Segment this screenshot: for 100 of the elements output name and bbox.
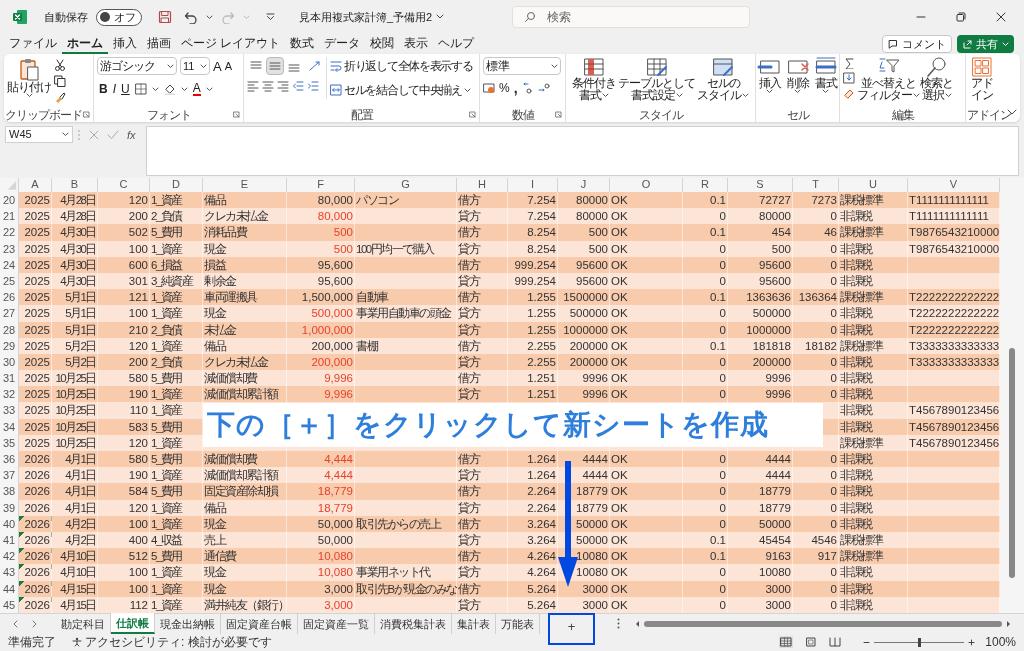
insert-function-button[interactable]: fx	[127, 127, 136, 144]
dialog-launcher-icon[interactable]	[469, 111, 476, 118]
style-button[interactable]: 条件付き 書式	[572, 57, 616, 101]
zoom-level[interactable]: 100%	[985, 633, 1016, 651]
table-cell: 現金	[203, 564, 287, 581]
name-box[interactable]: W45	[5, 126, 73, 143]
menu-tab[interactable]: 挿入	[108, 34, 142, 54]
horizontal-align-icon[interactable]	[277, 80, 289, 92]
grow-font-button[interactable]: A	[213, 59, 222, 73]
check-icon[interactable]	[107, 130, 119, 140]
accessibility-icon[interactable]	[72, 637, 82, 648]
orientation-icon[interactable]	[308, 60, 322, 72]
row-header[interactable]: 31	[0, 370, 19, 387]
cell-button[interactable]: 削除	[784, 57, 811, 94]
style-button[interactable]: セルの スタイル	[697, 57, 749, 101]
scroll-right-icon[interactable]	[1006, 619, 1012, 628]
menu-tab[interactable]: 描画	[142, 34, 176, 54]
new-sheet-button[interactable]: +	[548, 612, 595, 645]
fill-down-icon[interactable]	[843, 72, 855, 84]
menu-tab[interactable]: 校閲	[365, 34, 400, 54]
comment-button[interactable]: コメント	[882, 35, 952, 53]
zoom-slider-thumb[interactable]	[917, 637, 921, 647]
decrease-decimal-icon[interactable]	[521, 82, 534, 94]
row-header[interactable]: 20	[0, 192, 19, 209]
comma-style-button[interactable]: ,	[513, 81, 518, 95]
menu-tab[interactable]: ヘルプ	[433, 34, 480, 54]
font-style-button[interactable]: I	[112, 83, 116, 95]
row-header[interactable]: 43	[0, 564, 19, 581]
row-header[interactable]: 33	[0, 402, 19, 419]
accessibility-status[interactable]: アクセシビリティ: 検討が必要です	[85, 633, 272, 651]
vertical-scrollbar[interactable]	[1000, 178, 1024, 613]
menu-tab[interactable]: ページ レイアウト	[176, 34, 286, 54]
save-icon[interactable]	[158, 10, 172, 24]
wrap-text-button[interactable]: 折り返して全体を表示する	[330, 57, 473, 75]
dialog-launcher-icon[interactable]	[233, 111, 240, 118]
find-select-button[interactable]: 検索と 選択	[920, 57, 953, 101]
font-name-field[interactable]: 游ゴシック	[97, 57, 177, 75]
shrink-font-button[interactable]: A	[224, 60, 232, 72]
row-header[interactable]: 21	[0, 208, 19, 225]
merge-center-button[interactable]: セルを結合して中央揃え	[330, 81, 473, 99]
caret-icon	[794, 89, 801, 94]
sheet-tab[interactable]: 仕訳帳	[111, 613, 155, 635]
scissors-icon[interactable]	[54, 59, 66, 71]
sort-filter-button[interactable]: 並べ替えと フィルター	[857, 57, 920, 101]
more-options-icon[interactable]	[617, 618, 620, 630]
font-style-button[interactable]: B	[99, 83, 108, 95]
paintbrush-icon[interactable]	[54, 91, 66, 103]
menu-tab[interactable]: 表示	[399, 34, 434, 54]
fill-color-icon[interactable]	[163, 83, 176, 95]
customize-toolbar-icon[interactable]	[266, 13, 275, 21]
restore-icon[interactable]	[956, 12, 966, 22]
menu-tab[interactable]: データ	[319, 34, 366, 54]
share-button[interactable]: 共有	[957, 35, 1014, 53]
autosave-toggle[interactable]: オフ	[96, 8, 142, 26]
font-size-field[interactable]: 11	[180, 57, 210, 75]
currency-icon[interactable]	[483, 82, 495, 94]
row-header[interactable]: 37	[0, 467, 19, 484]
scroll-right-icon[interactable]	[32, 619, 38, 628]
scroll-left-icon[interactable]	[12, 619, 18, 628]
page-layout-view-icon[interactable]	[805, 637, 818, 648]
formula-input-field[interactable]	[145, 126, 1019, 176]
undo-icon[interactable]	[184, 10, 198, 24]
row-header[interactable]: 27	[0, 305, 19, 322]
menu-tab[interactable]: ファイル	[4, 34, 62, 54]
close-icon[interactable]	[996, 12, 1006, 22]
paste-button[interactable]: 貼り付け	[7, 57, 51, 98]
horizontal-align-icon[interactable]	[262, 80, 274, 92]
autosum-icon[interactable]	[843, 57, 855, 69]
style-button[interactable]: テーブルとして 書式設定	[618, 57, 695, 101]
horizontal-align-icon[interactable]	[247, 80, 259, 92]
row-header[interactable]: 36	[0, 451, 19, 468]
scroll-left-icon[interactable]	[634, 619, 640, 628]
normal-view-icon[interactable]	[779, 636, 794, 649]
percent-button[interactable]: %	[499, 82, 510, 94]
search-field[interactable]: 検索	[512, 6, 751, 28]
increase-decimal-icon[interactable]	[537, 82, 550, 94]
dialog-launcher-icon[interactable]	[555, 111, 562, 118]
page-break-view-icon[interactable]	[829, 637, 842, 648]
row-header[interactable]: 42	[0, 548, 19, 565]
row-header[interactable]: 32	[0, 386, 19, 403]
font-color-button[interactable]: A	[192, 82, 201, 96]
font-style-button[interactable]: U	[121, 83, 130, 95]
row-header[interactable]: 26	[0, 289, 19, 306]
horizontal-scrollbar-thumb[interactable]	[644, 620, 1002, 627]
add-ins-button[interactable]: アド イン	[969, 57, 995, 101]
cell-button[interactable]: 書式	[812, 57, 839, 94]
menu-tab[interactable]: 数式	[285, 34, 320, 54]
copy-icon[interactable]	[54, 75, 66, 87]
zoom-in-icon[interactable]	[968, 638, 976, 646]
document-title[interactable]: 見本用複式家計簿_予備用2	[299, 8, 445, 26]
scrollbar-thumb[interactable]	[1009, 348, 1015, 578]
borders-icon[interactable]	[134, 83, 147, 95]
table-cell: OK	[610, 386, 683, 403]
eraser-icon[interactable]	[843, 87, 855, 99]
row-header[interactable]: 22	[0, 224, 19, 241]
dialog-launcher-icon[interactable]	[83, 111, 90, 118]
vertical-align-icon[interactable]	[266, 57, 284, 75]
number-format-field[interactable]: 標準	[483, 57, 561, 75]
row-header[interactable]: 38	[0, 483, 19, 500]
cell-button[interactable]: 挿入	[756, 57, 783, 94]
